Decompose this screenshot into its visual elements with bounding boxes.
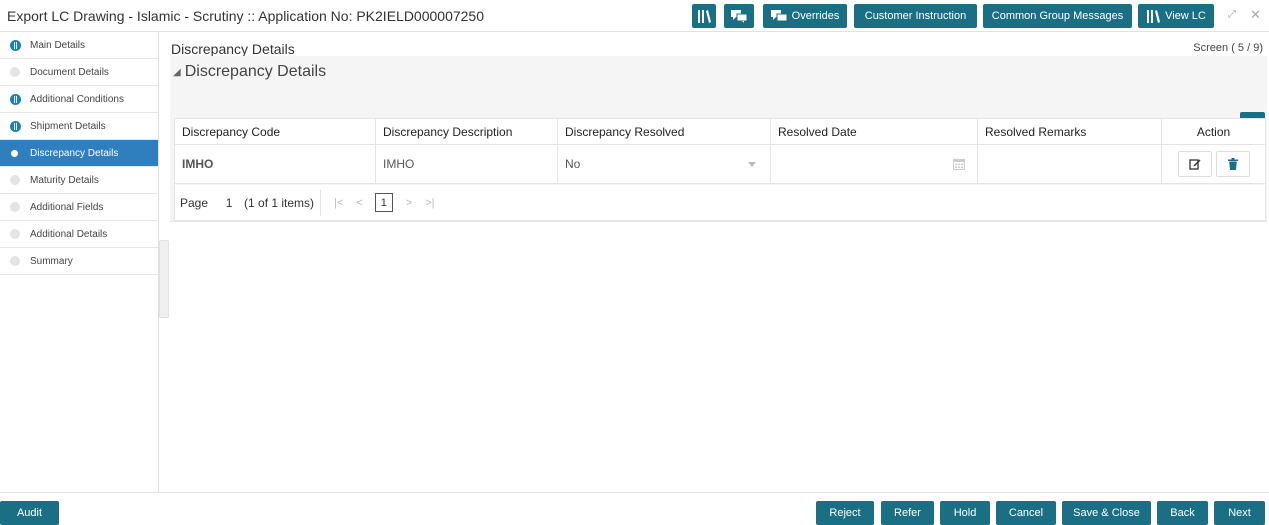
sidebar-item-label: Discrepancy Details [30, 147, 119, 159]
refer-button[interactable]: Refer [881, 501, 934, 525]
sidebar-item-label: Additional Conditions [30, 93, 124, 105]
footer-bar: Audit Reject Refer Hold Cancel Save & Cl… [0, 492, 1269, 525]
chat-icon [731, 9, 747, 23]
table-header-row: Discrepancy Code Discrepancy Description… [174, 118, 1266, 145]
page-label: Page [180, 195, 209, 210]
audit-button[interactable]: Audit [0, 501, 59, 525]
save-close-button[interactable]: Save & Close [1062, 501, 1151, 525]
current-status-icon [11, 150, 18, 157]
customer-instruction-label: Customer Instruction [864, 10, 967, 22]
back-button[interactable]: Back [1157, 501, 1208, 525]
partial-status-icon [10, 40, 21, 51]
table-row: IMHO IMHO No [174, 144, 1266, 184]
view-lc-label: View LC [1165, 10, 1206, 22]
sidebar-scrollbar[interactable] [159, 240, 169, 318]
column-header[interactable]: Discrepancy Description [375, 118, 558, 145]
pagination: Page 1 (1 of 1 items) |< < 1 > >| [174, 185, 1266, 221]
hold-button[interactable]: Hold [940, 501, 990, 525]
cancel-button[interactable]: Cancel [996, 501, 1056, 525]
pager-divider [320, 189, 322, 216]
overrides-chat-icon [770, 9, 787, 21]
discrepancy-description-cell: IMHO [375, 144, 558, 184]
last-page-icon[interactable]: >| [425, 197, 434, 209]
sidebar-item-label: Summary [30, 255, 73, 267]
app-header: Export LC Drawing - Islamic - Scrutiny :… [0, 0, 1269, 32]
empty-status-icon [10, 67, 20, 77]
action-cell [1161, 144, 1266, 184]
sidebar-item-additional-fields[interactable]: Additional Fields [0, 194, 158, 221]
next-button[interactable]: Next [1214, 501, 1265, 525]
current-page-button[interactable]: 1 [374, 193, 393, 212]
library-button[interactable] [692, 4, 716, 28]
next-page-icon[interactable]: > [406, 197, 412, 209]
close-icon[interactable]: ✕ [1250, 7, 1261, 23]
customer-instruction-button[interactable]: Customer Instruction [854, 4, 977, 28]
screen-indicator: Screen ( 5 / 9) [1193, 42, 1263, 54]
page-title: Discrepancy Details [171, 41, 295, 57]
first-page-icon[interactable]: |< [334, 197, 343, 209]
page-input[interactable]: 1 [220, 196, 238, 210]
common-group-messages-label: Common Group Messages [991, 10, 1124, 22]
messages-button[interactable] [724, 4, 754, 28]
empty-status-icon [10, 229, 20, 239]
sidebar-item-label: Shipment Details [30, 120, 106, 132]
sidebar-item-label: Additional Details [30, 228, 108, 240]
empty-status-icon [10, 256, 20, 266]
overrides-button[interactable]: Overrides [763, 4, 847, 28]
resolved-remarks-cell[interactable] [977, 144, 1162, 184]
sidebar-item-additional-details[interactable]: Additional Details [0, 221, 158, 248]
sidebar-item-label: Maturity Details [30, 174, 99, 186]
discrepancy-table: Discrepancy Code Discrepancy Description… [174, 118, 1266, 184]
resolved-date-field[interactable] [770, 144, 978, 184]
sidebar-item-main-details[interactable]: Main Details [0, 32, 158, 59]
sidebar-nav: Main Details Document Details Additional… [0, 32, 158, 492]
expand-icon[interactable]: ⤢ [1228, 9, 1236, 20]
overrides-label: Overrides [791, 10, 840, 22]
chevron-down-icon [748, 161, 756, 167]
sidebar-item-discrepancy-details[interactable]: Discrepancy Details [0, 140, 158, 167]
library-icon [1147, 9, 1161, 23]
empty-status-icon [10, 175, 20, 185]
collapse-triangle-icon[interactable]: ◢ [173, 67, 181, 78]
sidebar-item-shipment-details[interactable]: Shipment Details [0, 113, 158, 140]
column-header[interactable]: Discrepancy Resolved [557, 118, 771, 145]
page-info: (1 of 1 items) [244, 195, 315, 210]
column-header[interactable]: Resolved Remarks [977, 118, 1162, 145]
trash-icon [1227, 158, 1238, 170]
view-lc-button[interactable]: View LC [1138, 4, 1214, 28]
sidebar-item-maturity-details[interactable]: Maturity Details [0, 167, 158, 194]
prev-page-icon[interactable]: < [356, 197, 362, 209]
delete-button[interactable] [1215, 151, 1250, 177]
edit-icon [1188, 159, 1200, 170]
sidebar-item-additional-conditions[interactable]: Additional Conditions [0, 86, 158, 113]
empty-status-icon [10, 202, 20, 212]
discrepancy-resolved-select[interactable]: No [557, 144, 771, 184]
library-icon [698, 9, 711, 23]
sidebar-item-label: Additional Fields [30, 201, 104, 213]
window-title: Export LC Drawing - Islamic - Scrutiny :… [7, 8, 485, 24]
main-content: Discrepancy Details Screen ( 5 / 9) ◢ Di… [170, 32, 1269, 492]
common-group-messages-button[interactable]: Common Group Messages [983, 4, 1132, 28]
partial-status-icon [10, 121, 21, 132]
edit-button[interactable] [1177, 151, 1212, 177]
column-header[interactable]: Discrepancy Code [174, 118, 376, 145]
sidebar-item-label: Main Details [30, 39, 86, 51]
section-header[interactable]: ◢ Discrepancy Details [173, 63, 326, 81]
partial-status-icon [10, 94, 21, 105]
discrepancy-code-cell: IMHO [174, 144, 376, 184]
section-title: Discrepancy Details [184, 63, 327, 80]
reject-button[interactable]: Reject [816, 501, 874, 525]
column-header[interactable]: Resolved Date [770, 118, 978, 145]
calendar-icon[interactable] [953, 158, 965, 170]
sidebar-item-summary[interactable]: Summary [0, 248, 158, 275]
sidebar-item-document-details[interactable]: Document Details [0, 59, 158, 86]
select-value: No [565, 157, 581, 171]
column-header: Action [1161, 118, 1266, 145]
sidebar-item-label: Document Details [30, 66, 109, 78]
